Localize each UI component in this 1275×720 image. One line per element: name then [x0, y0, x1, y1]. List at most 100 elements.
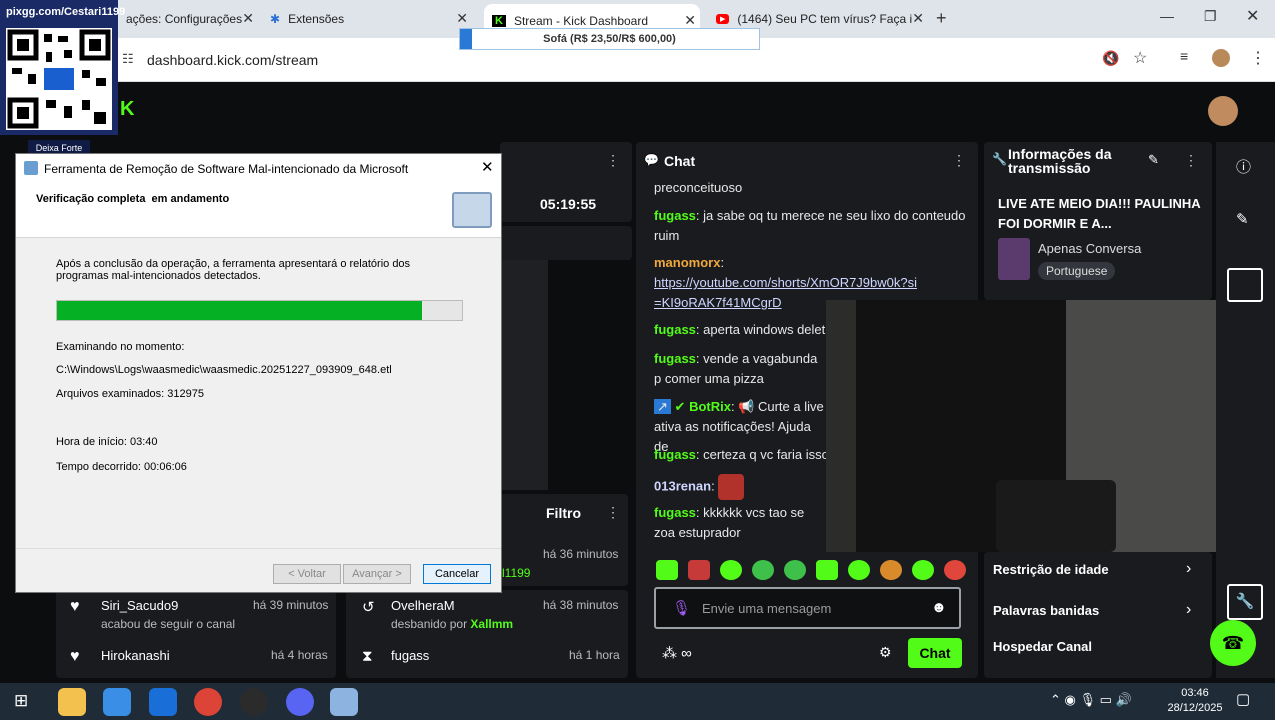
- heart-icon: ♥: [70, 598, 80, 615]
- mod-user: rl1199: [498, 566, 531, 580]
- right-sidebar: ⓘ ✎ 🔧 ☎: [1210, 142, 1275, 678]
- chat-message: fugass: vende a vagabunda p comer uma pi…: [654, 351, 818, 386]
- follower-name[interactable]: Hirokanashi: [101, 648, 170, 663]
- info-icon[interactable]: ⓘ: [1236, 156, 1251, 177]
- close-icon[interactable]: ✕: [684, 12, 696, 29]
- follower-name[interactable]: Siri_Sacudo9: [101, 598, 178, 613]
- uptime-panel: ⋮ 05:19:55: [500, 142, 632, 222]
- file-explorer-icon[interactable]: [58, 688, 86, 716]
- donation-progress-fill: [460, 29, 472, 49]
- emote-icon[interactable]: [720, 560, 742, 580]
- gear-icon[interactable]: ⚙: [879, 644, 892, 661]
- mod-action: desbanido por Xallmm: [391, 617, 514, 631]
- setting-banned-words[interactable]: Palavras banidas: [993, 603, 1099, 618]
- kick-logo[interactable]: K: [120, 98, 134, 121]
- support-icon[interactable]: ☎: [1210, 620, 1256, 666]
- menu-icon[interactable]: ⋮: [1250, 48, 1266, 68]
- close-icon[interactable]: ✕: [456, 10, 468, 27]
- elapsed-time: Tempo decorrido: 00:06:06: [56, 461, 187, 473]
- site-settings-icon[interactable]: ☷: [122, 51, 134, 67]
- dialog-header: Verificação completa em andamento: [16, 182, 501, 238]
- profile-avatar[interactable]: [1212, 49, 1230, 67]
- mod-user[interactable]: fugass: [391, 648, 429, 663]
- setting-host-channel[interactable]: Hospedar Canal: [993, 639, 1092, 654]
- youtube-icon: ▶: [716, 14, 730, 24]
- url-text[interactable]: dashboard.kick.com/stream: [147, 52, 318, 68]
- send-chat-button[interactable]: Chat: [908, 638, 962, 668]
- emote-icon[interactable]: [784, 560, 806, 580]
- obs-icon[interactable]: [240, 688, 268, 716]
- close-icon[interactable]: ✕: [242, 10, 254, 27]
- follower-time: há 39 minutos: [253, 598, 329, 612]
- dialog-title: Ferramenta de Remoção de Software Mal-in…: [44, 162, 409, 176]
- emote-icon[interactable]: [752, 560, 774, 580]
- timeout-icon: ⧗: [362, 648, 373, 665]
- taskbar-clock[interactable]: 03:46 28/12/2025: [1165, 686, 1225, 716]
- more-icon[interactable]: ⋮: [606, 504, 620, 521]
- minimize-button[interactable]: —: [1160, 8, 1174, 24]
- emote-icon[interactable]: [944, 560, 966, 580]
- emote-icon[interactable]: [880, 560, 902, 580]
- chat-placeholder: Envie uma mensagem: [702, 601, 832, 616]
- emote-icon[interactable]: [656, 560, 678, 580]
- chat-input[interactable]: 🎙 Envie uma mensagem ☻: [654, 587, 961, 629]
- discord-icon[interactable]: [286, 688, 314, 716]
- more-icon[interactable]: ⋮: [952, 152, 966, 169]
- stream-preview[interactable]: [500, 260, 548, 490]
- notification-icon[interactable]: ▢: [1236, 690, 1250, 708]
- chrome-icon[interactable]: [194, 688, 222, 716]
- setting-age-restriction[interactable]: Restrição de idade: [993, 562, 1109, 577]
- cancel-button[interactable]: Cancelar: [423, 564, 491, 584]
- category-name[interactable]: Apenas Conversa: [1038, 241, 1141, 256]
- star-icon[interactable]: ☆: [1133, 48, 1147, 68]
- tab-extensions[interactable]: ✱ Extensões ✕: [262, 6, 472, 32]
- system-tray-icons[interactable]: ⌃ ◉ 🎙 ▭ 🔊: [1050, 692, 1132, 708]
- computer-icon: [452, 192, 492, 228]
- tab-settings[interactable]: ações: Configurações ✕: [118, 6, 258, 32]
- outlook-icon[interactable]: [149, 688, 177, 716]
- badge-icon: ↗: [654, 399, 671, 414]
- wrench-icon[interactable]: 🔧: [1227, 584, 1263, 620]
- emote-bar: [656, 560, 966, 582]
- emote-icon[interactable]: [912, 560, 934, 580]
- emote-icon[interactable]: [816, 560, 838, 580]
- media-icon[interactable]: ≡: [1180, 48, 1188, 64]
- restore-button[interactable]: ❐: [1204, 8, 1217, 25]
- windows-start-icon[interactable]: ⊞: [14, 691, 28, 711]
- more-icon[interactable]: ⋮: [1184, 152, 1198, 169]
- back-button[interactable]: < Voltar: [273, 564, 341, 584]
- filter-label[interactable]: Filtro: [546, 505, 581, 521]
- new-tab-button[interactable]: +: [936, 8, 947, 29]
- user-avatar[interactable]: [1208, 96, 1238, 126]
- dialog-footer: < Voltar Avançar > Cancelar: [16, 548, 501, 592]
- community-icon[interactable]: ⁂ ∞: [662, 644, 692, 662]
- follower-time: há 4 horas: [271, 648, 328, 662]
- followers-panel: ♥ Siri_Sacudo9 há 39 minutos acabou de s…: [56, 590, 336, 678]
- mod-user[interactable]: OvelheraM: [391, 598, 455, 613]
- chevron-right-icon[interactable]: ›: [1186, 560, 1191, 578]
- emoji-icon[interactable]: ☻: [931, 599, 947, 616]
- next-button[interactable]: Avançar >: [343, 564, 411, 584]
- edit-icon[interactable]: ✎: [1148, 152, 1159, 168]
- verified-icon: ✔: [674, 399, 686, 414]
- camera-icon[interactable]: [1227, 268, 1263, 302]
- donation-goal: Sofá (R$ 23,50/R$ 600,00): [459, 28, 760, 50]
- msrt-taskbar-icon[interactable]: [330, 688, 358, 716]
- emote-icon[interactable]: [688, 560, 710, 580]
- mute-icon[interactable]: 🔇: [1102, 50, 1119, 67]
- close-window-button[interactable]: ✕: [1246, 6, 1259, 26]
- stream-info-title: Informações da transmissão: [1008, 146, 1112, 176]
- kick-header: K: [118, 82, 1275, 138]
- close-icon[interactable]: ✕: [481, 158, 494, 176]
- chat-message: fugass: ja sabe oq tu merece ne seu lixo…: [654, 208, 966, 243]
- msrt-dialog: Ferramenta de Remoção de Software Mal-in…: [15, 153, 502, 593]
- edit-icon[interactable]: ✎: [1236, 210, 1249, 228]
- mic-icon[interactable]: 🎙: [672, 599, 691, 617]
- preview-header: [500, 226, 632, 260]
- qr-code: [6, 28, 112, 130]
- emote-icon[interactable]: [848, 560, 870, 580]
- store-icon[interactable]: [103, 688, 131, 716]
- close-icon[interactable]: ✕: [912, 10, 924, 27]
- more-icon[interactable]: ⋮: [606, 152, 620, 169]
- chevron-right-icon[interactable]: ›: [1186, 601, 1191, 619]
